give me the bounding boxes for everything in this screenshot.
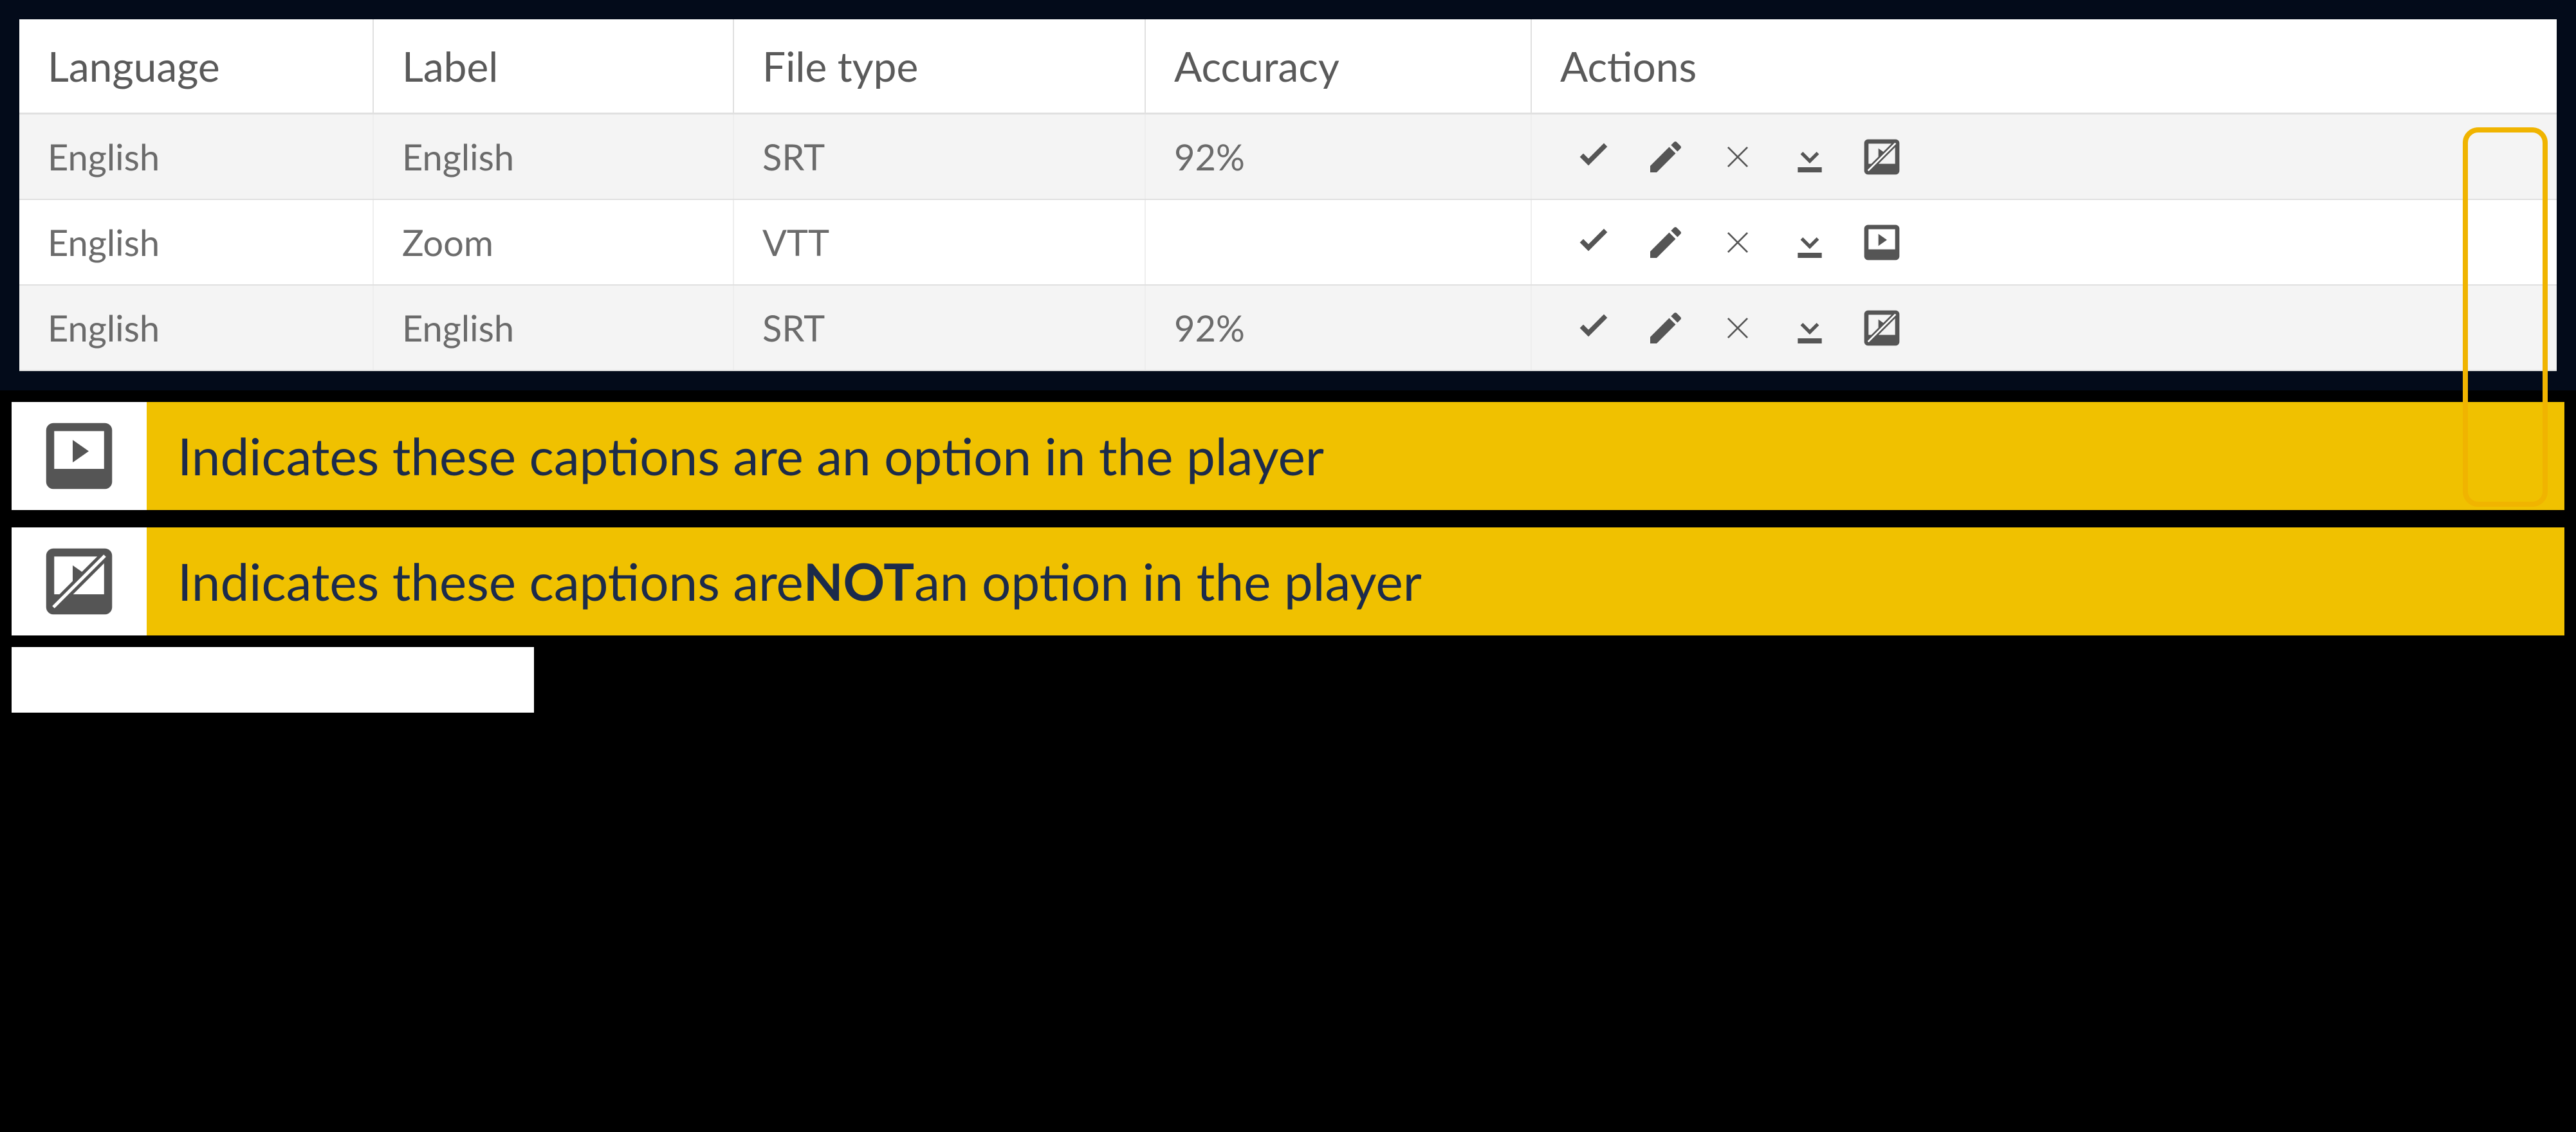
edit-button[interactable] — [1645, 307, 1686, 349]
cell-label: Zoom — [373, 199, 733, 285]
bottom-spacer — [0, 647, 534, 724]
delete-button[interactable] — [1717, 222, 1758, 263]
approve-button[interactable] — [1573, 222, 1614, 263]
legend: Indicates these captions are an option i… — [0, 390, 2576, 647]
download-button[interactable] — [1789, 136, 1830, 178]
check-icon — [1573, 136, 1614, 178]
captions-table-wrapper: Language Label File type Accuracy Action… — [0, 0, 2576, 390]
approve-button[interactable] — [1573, 136, 1614, 178]
player-option-icon — [1861, 222, 1902, 263]
toggle-player-button[interactable] — [1861, 136, 1902, 178]
cell-actions — [1531, 285, 2557, 370]
download-button[interactable] — [1789, 307, 1830, 349]
edit-button[interactable] — [1645, 136, 1686, 178]
cell-accuracy — [1145, 199, 1531, 285]
edit-button[interactable] — [1645, 222, 1686, 263]
legend-text-option: Indicates these captions are an option i… — [147, 402, 2564, 510]
cell-actions — [1531, 114, 2557, 200]
cell-file_type: SRT — [733, 285, 1145, 370]
pencil-icon — [1645, 307, 1686, 349]
cell-file_type: VTT — [733, 199, 1145, 285]
legend-not-prefix: Indicates these captions are — [178, 551, 804, 612]
download-button[interactable] — [1789, 222, 1830, 263]
cell-label: English — [373, 285, 733, 370]
pencil-icon — [1645, 222, 1686, 263]
download-icon — [1789, 307, 1830, 349]
check-icon — [1573, 222, 1614, 263]
toggle-player-button[interactable] — [1861, 307, 1902, 349]
col-header-language: Language — [19, 19, 373, 114]
col-header-file-type: File type — [733, 19, 1145, 114]
x-icon — [1717, 307, 1758, 349]
col-header-accuracy: Accuracy — [1145, 19, 1531, 114]
legend-not-bold: NOT — [804, 551, 914, 612]
col-header-label: Label — [373, 19, 733, 114]
check-icon — [1573, 307, 1614, 349]
player-not-option-icon — [1861, 307, 1902, 349]
col-header-actions: Actions — [1531, 19, 2557, 114]
cell-accuracy: 92% — [1145, 114, 1531, 200]
cell-file_type: SRT — [733, 114, 1145, 200]
player-not-option-icon — [12, 527, 147, 635]
legend-row-not-option: Indicates these captions are NOT an opti… — [0, 522, 2576, 647]
cell-label: English — [373, 114, 733, 200]
x-icon — [1717, 222, 1758, 263]
player-option-icon — [12, 402, 147, 510]
approve-button[interactable] — [1573, 307, 1614, 349]
table-row: EnglishEnglishSRT92% — [19, 114, 2557, 200]
download-icon — [1789, 136, 1830, 178]
download-icon — [1789, 222, 1830, 263]
delete-button[interactable] — [1717, 307, 1758, 349]
cell-language: English — [19, 114, 373, 200]
pencil-icon — [1645, 136, 1686, 178]
cell-accuracy: 92% — [1145, 285, 1531, 370]
cell-language: English — [19, 199, 373, 285]
toggle-player-button[interactable] — [1861, 222, 1902, 263]
table-row: EnglishEnglishSRT92% — [19, 285, 2557, 370]
legend-text-not-option: Indicates these captions are NOT an opti… — [147, 527, 2564, 635]
captions-table: Language Label File type Accuracy Action… — [19, 19, 2557, 371]
player-not-option-icon — [1861, 136, 1902, 178]
cell-language: English — [19, 285, 373, 370]
x-icon — [1717, 136, 1758, 178]
table-row: EnglishZoomVTT — [19, 199, 2557, 285]
legend-row-option: Indicates these captions are an option i… — [0, 390, 2576, 522]
delete-button[interactable] — [1717, 136, 1758, 178]
legend-not-suffix: an option in the player — [914, 551, 1422, 612]
cell-actions — [1531, 199, 2557, 285]
